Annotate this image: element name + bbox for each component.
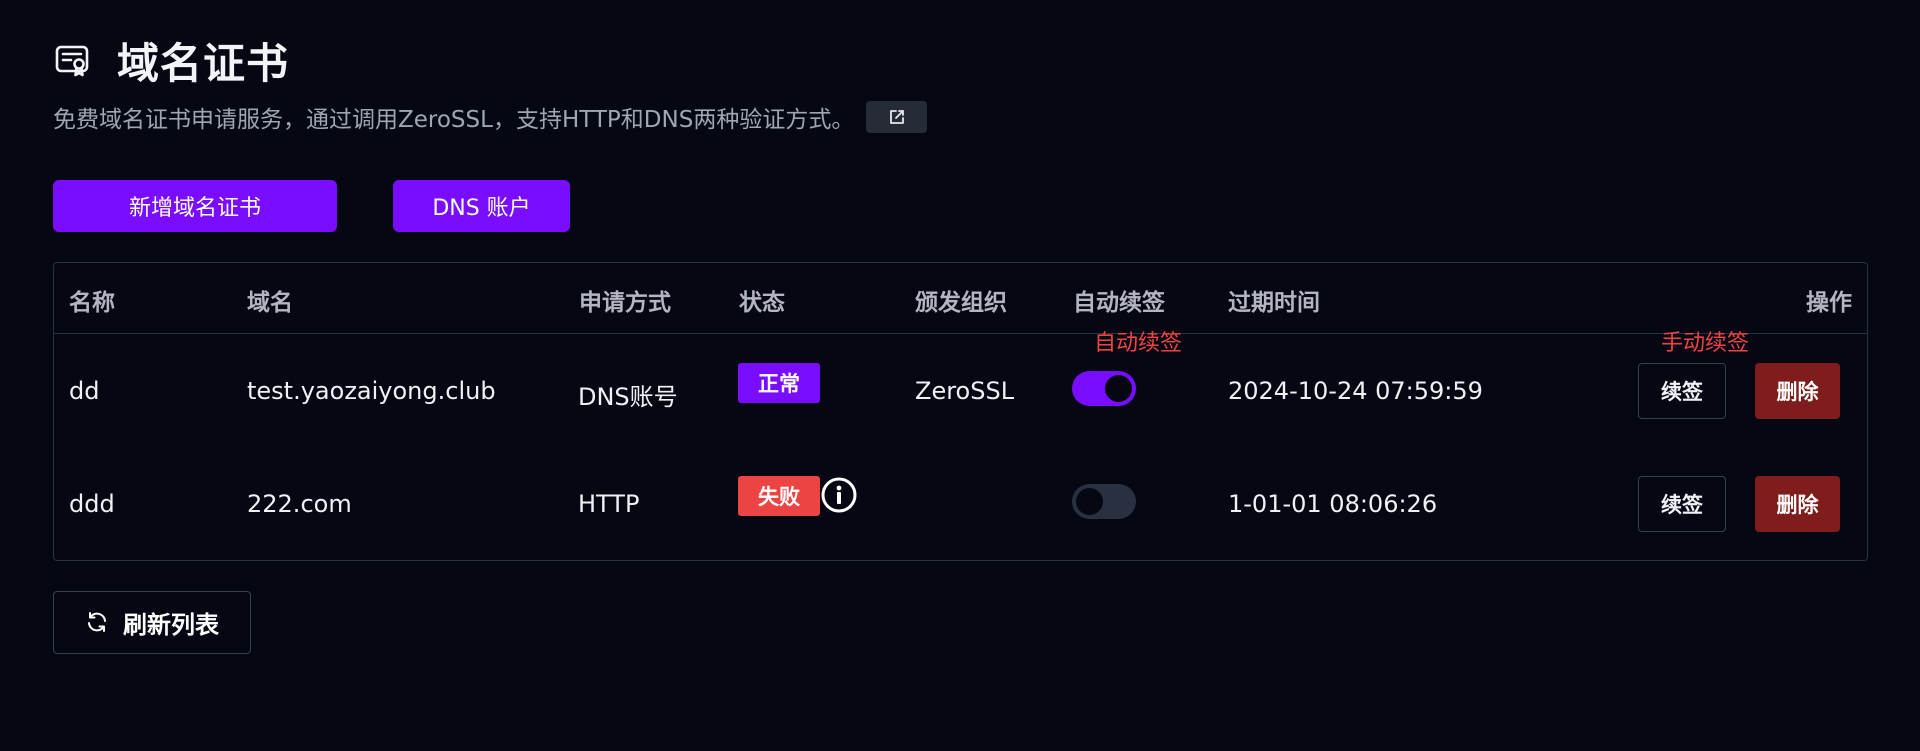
row-domain: test.yaozaiyong.club [247,377,496,405]
subtitle-row: 免费域名证书申请服务，通过调用ZeroSSL，支持HTTP和DNS两种验证方式。 [53,100,928,134]
row-expire: 1-01-01 08:06:26 [1228,490,1438,518]
page-description: 免费域名证书申请服务，通过调用ZeroSSL，支持HTTP和DNS两种验证方式。 [53,107,855,133]
toggle-knob [1076,488,1103,515]
add-certificate-button[interactable]: 新增域名证书 [53,180,337,232]
dns-accounts-button[interactable]: DNS 账户 [393,180,570,232]
status-badge: 正常 [738,363,820,403]
column-header-domain: 域名 [247,290,293,316]
delete-button[interactable]: 删除 [1755,363,1840,419]
row-domain: 222.com [247,490,352,518]
column-header-name: 名称 [69,290,115,316]
row-name: dd [69,377,100,405]
column-header-method: 申请方式 [579,290,671,316]
certificate-table: 名称 域名 申请方式 状态 颁发组织 自动续签 过期时间 操作 dd test.… [53,262,1868,561]
renew-button[interactable]: 续签 [1638,476,1726,532]
column-header-issuer: 颁发组织 [915,290,1007,316]
refresh-list-label: 刷新列表 [123,611,219,639]
row-expire: 2024-10-24 07:59:59 [1228,377,1483,405]
external-link-icon [889,110,904,124]
external-link-button[interactable] [866,101,928,133]
certificate-icon [53,41,93,81]
renew-button[interactable]: 续签 [1638,363,1726,419]
refresh-list-button[interactable]: 刷新列表 [53,591,251,654]
manual-renew-annotation: 手动续签 [1661,331,1750,356]
auto-renew-annotation: 自动续签 [1094,331,1183,356]
auto-renew-toggle[interactable] [1072,484,1136,519]
row-method: DNS账号 [578,383,678,411]
row-method: HTTP [578,490,640,518]
page-header: 域名证书 [53,30,289,91]
column-header-status: 状态 [739,290,785,316]
page-title: 域名证书 [117,39,290,88]
delete-button[interactable]: 删除 [1755,476,1840,532]
column-header-expire: 过期时间 [1228,290,1320,316]
row-name: ddd [69,490,115,518]
table-header: 名称 域名 申请方式 状态 颁发组织 自动续签 过期时间 操作 [54,263,1867,334]
page: 域名证书 免费域名证书申请服务，通过调用ZeroSSL，支持HTTP和DNS两种… [0,0,1920,751]
column-header-actions: 操作 [1806,290,1852,316]
column-header-auto-renew: 自动续签 [1073,290,1165,316]
row-issuer: ZeroSSL [915,377,1015,405]
toggle-knob [1105,375,1132,402]
auto-renew-toggle[interactable] [1072,371,1136,406]
info-icon[interactable] [821,477,857,513]
refresh-icon [85,610,111,636]
status-badge: 失败 [738,476,820,516]
